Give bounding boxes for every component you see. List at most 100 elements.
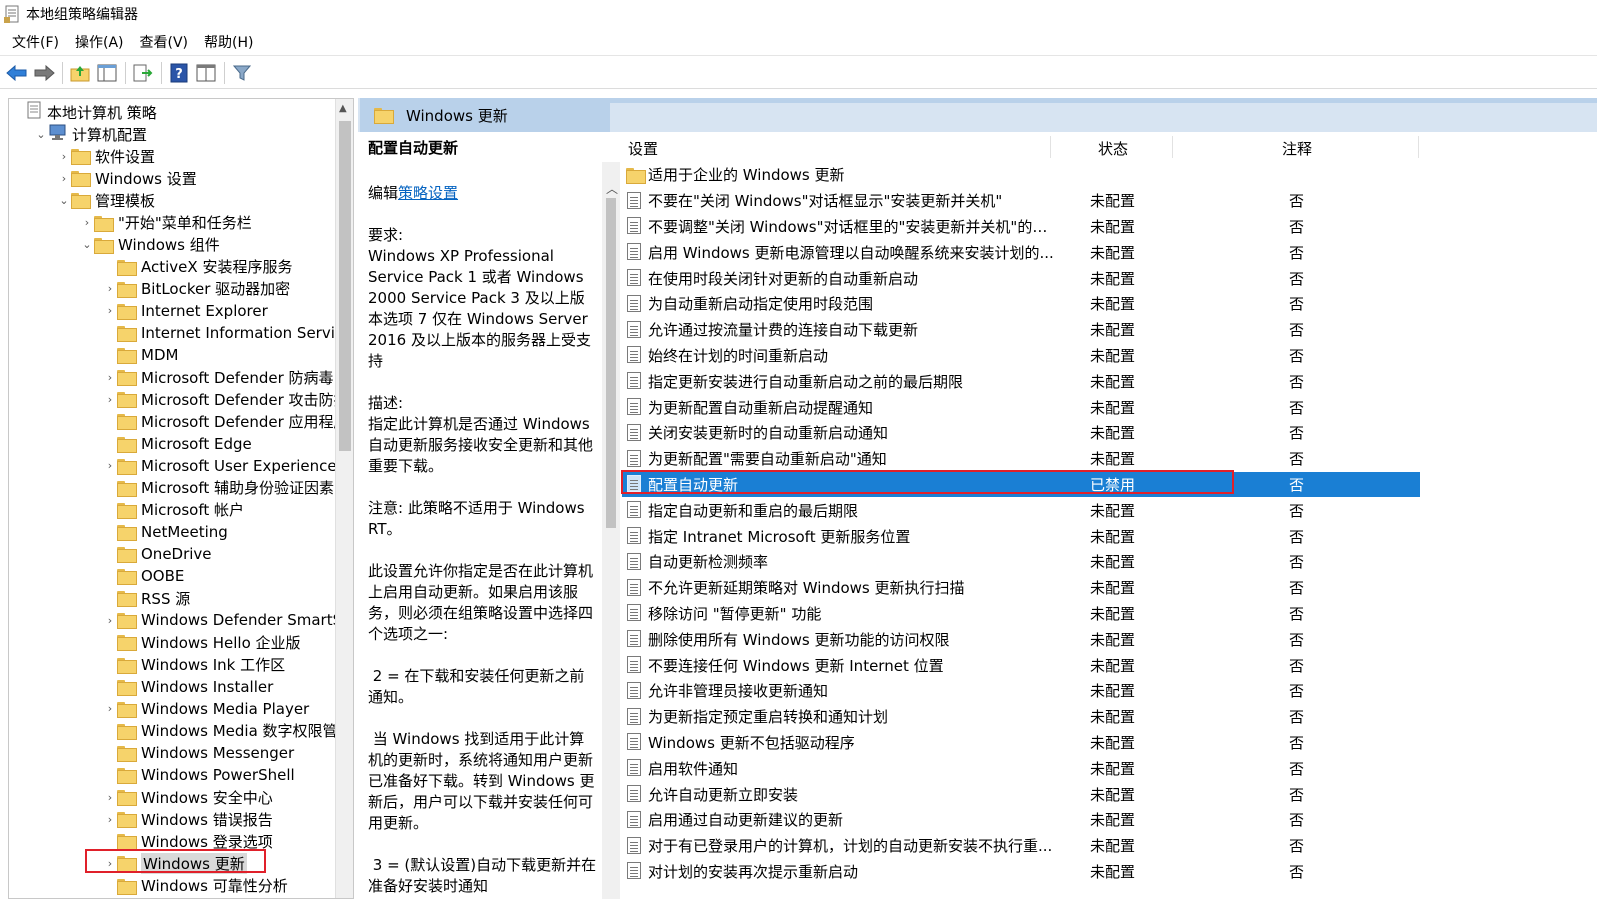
description-scrollbar-thumb[interactable] <box>606 198 616 528</box>
setting-row[interactable]: 不要在"关闭 Windows"对话框显示"安装更新并关机" 未配置 否 <box>622 188 1420 214</box>
tree-item[interactable]: ⌄ 管理模板 <box>57 189 155 211</box>
tree-scrollbar-thumb[interactable] <box>339 121 351 451</box>
expand-chevron-icon[interactable]: › <box>57 150 71 163</box>
setting-row[interactable]: 适用于企业的 Windows 更新 <box>622 162 1420 188</box>
setting-row[interactable]: 为更新配置"需要自动重新启动"通知 未配置 否 <box>622 446 1420 472</box>
tree-item[interactable]: ⌄ Windows 组件 <box>80 234 219 256</box>
tree-item[interactable]: › Internet Explorer <box>103 300 268 322</box>
tree-item[interactable]: ⌄ 计算机配置 <box>34 123 147 145</box>
scroll-up-chevron-icon[interactable]: ︿ <box>606 180 618 197</box>
tree-item[interactable]: › BitLocker 驱动器加密 <box>103 278 290 300</box>
tree-item[interactable]: Microsoft Defender 应用程序防 <box>103 410 353 432</box>
tree-item[interactable]: › "开始"菜单和任务栏 <box>80 212 252 234</box>
tree-item[interactable]: Windows PowerShell <box>103 764 295 786</box>
tree-item[interactable]: ActiveX 安装程序服务 <box>103 256 292 278</box>
tree-item[interactable]: Microsoft Edge <box>103 433 252 455</box>
setting-row[interactable]: 为更新配置自动重新启动提醒通知 未配置 否 <box>622 394 1420 420</box>
properties-view-icon[interactable] <box>193 60 219 86</box>
setting-row[interactable]: 不要连接任何 Windows 更新 Internet 位置 未配置 否 <box>622 652 1420 678</box>
filter-icon[interactable] <box>229 60 255 86</box>
setting-row[interactable]: 移除访问 "暂停更新" 功能 未配置 否 <box>622 601 1420 627</box>
forward-arrow-icon[interactable] <box>31 60 57 86</box>
tree-item[interactable]: › Windows 错误报告 <box>103 808 273 830</box>
tree-item[interactable]: Windows 登录选项 <box>103 830 273 852</box>
tree-scrollbar[interactable]: ▲ <box>335 99 353 898</box>
setting-row[interactable]: 启用通过自动更新建议的更新 未配置 否 <box>622 807 1420 833</box>
tree-item[interactable]: › Microsoft Defender 防病毒 <box>103 366 334 388</box>
export-list-icon[interactable] <box>130 60 156 86</box>
expand-chevron-icon[interactable]: › <box>103 791 117 804</box>
setting-row[interactable]: 启用 Windows 更新电源管理以自动唤醒系统来安装计划的... 未配置 否 <box>622 239 1420 265</box>
tree-item[interactable]: RSS 源 <box>103 587 190 609</box>
setting-row[interactable]: 不要调整"关闭 Windows"对话框里的"安装更新并关机"的默... 未配置 否 <box>622 214 1420 240</box>
tree-item[interactable]: Windows 可靠性分析 <box>103 875 288 897</box>
up-folder-icon[interactable] <box>67 60 93 86</box>
menu-action[interactable]: 操作(A) <box>67 31 132 55</box>
setting-row[interactable]: 关闭安装更新时的自动重新启动通知 未配置 否 <box>622 420 1420 446</box>
setting-row[interactable]: 指定自动更新和重启的最后期限 未配置 否 <box>622 497 1420 523</box>
navigation-tree-pane[interactable]: 本地计算机 策略 ⌄ 计算机配置 › 软件设置 › Windows 设置 ⌄ 管理模板 › "开始"… <box>8 98 354 899</box>
description-scrollbar[interactable]: ︿ <box>602 162 620 899</box>
tree-item[interactable]: MDM <box>103 344 178 366</box>
expand-chevron-icon[interactable]: › <box>103 813 117 826</box>
expand-chevron-icon[interactable]: › <box>103 282 117 295</box>
tree-item[interactable]: › Microsoft Defender 攻击防护 <box>103 388 349 410</box>
tree-item[interactable]: NetMeeting <box>103 521 228 543</box>
expand-chevron-icon[interactable]: › <box>103 857 117 870</box>
scroll-up-arrow-icon[interactable]: ▲ <box>339 103 347 114</box>
tree-item[interactable]: › Windows 安全中心 <box>103 786 273 808</box>
setting-row[interactable]: 自动更新检测频率 未配置 否 <box>622 549 1420 575</box>
setting-row[interactable]: 对计划的安装再次提示重新启动 未配置 否 <box>622 859 1420 885</box>
tree-item[interactable]: Windows Media 数字权限管理 <box>103 720 353 742</box>
column-divider[interactable] <box>1050 136 1051 158</box>
setting-row[interactable]: 始终在计划的时间重新启动 未配置 否 <box>622 343 1420 369</box>
tree-item[interactable]: 本地计算机 策略 <box>11 101 157 123</box>
tree-item[interactable]: OOBE <box>103 565 184 587</box>
tree-item[interactable]: Microsoft 辅助身份验证因素 <box>103 477 334 499</box>
column-divider[interactable] <box>1418 136 1419 158</box>
tree-item[interactable]: Internet Information Services <box>103 322 353 344</box>
tree-item[interactable]: Windows Hello 企业版 <box>103 631 301 653</box>
show-hide-tree-icon[interactable] <box>94 60 120 86</box>
setting-row[interactable]: 在使用时段关闭针对更新的自动重新启动 未配置 否 <box>622 265 1420 291</box>
menu-file[interactable]: 文件(F) <box>4 31 67 55</box>
setting-row[interactable]: 允许非管理员接收更新通知 未配置 否 <box>622 678 1420 704</box>
tree-item[interactable]: Windows Messenger <box>103 742 294 764</box>
tree-item[interactable]: Windows Ink 工作区 <box>103 654 285 676</box>
help-icon[interactable]: ? <box>166 60 192 86</box>
column-header-setting[interactable]: 设置 <box>628 138 658 159</box>
tree-item[interactable]: › Microsoft User Experience Virt <box>103 455 353 477</box>
column-header-comment[interactable]: 注释 <box>1282 138 1312 159</box>
expand-chevron-icon[interactable]: › <box>103 459 117 472</box>
setting-row[interactable]: 允许通过按流量计费的连接自动下载更新 未配置 否 <box>622 317 1420 343</box>
menu-help[interactable]: 帮助(H) <box>196 31 261 55</box>
tree-item[interactable]: Windows Installer <box>103 676 273 698</box>
back-arrow-icon[interactable] <box>4 60 30 86</box>
collapse-chevron-icon[interactable]: ⌄ <box>80 238 94 251</box>
expand-chevron-icon[interactable]: › <box>103 304 117 317</box>
setting-row[interactable]: 对于有已登录用户的计算机，计划的自动更新安装不执行重... 未配置 否 <box>622 833 1420 859</box>
setting-row[interactable]: 为自动重新启动指定使用时段范围 未配置 否 <box>622 291 1420 317</box>
expand-chevron-icon[interactable]: › <box>103 614 117 627</box>
tree-item[interactable]: › Windows 更新 <box>103 852 247 874</box>
setting-row[interactable]: 允许自动更新立即安装 未配置 否 <box>622 781 1420 807</box>
tree-item[interactable]: › Windows Defender SmartScre <box>103 609 353 631</box>
tree-item[interactable]: OneDrive <box>103 543 212 565</box>
tree-item[interactable]: › Windows 设置 <box>57 167 197 189</box>
setting-row[interactable]: Windows 更新不包括驱动程序 未配置 否 <box>622 730 1420 756</box>
expand-chevron-icon[interactable]: › <box>103 702 117 715</box>
expand-chevron-icon[interactable]: › <box>57 172 71 185</box>
collapse-chevron-icon[interactable]: ⌄ <box>57 194 71 207</box>
setting-row[interactable]: 不允许更新延期策略对 Windows 更新执行扫描 未配置 否 <box>622 575 1420 601</box>
setting-row[interactable]: 启用软件通知 未配置 否 <box>622 755 1420 781</box>
menu-view[interactable]: 查看(V) <box>132 31 197 55</box>
edit-policy-link[interactable]: 策略设置 <box>398 184 458 202</box>
expand-chevron-icon[interactable]: › <box>103 371 117 384</box>
expand-chevron-icon[interactable]: › <box>80 216 94 229</box>
setting-row[interactable]: 为更新指定预定重启转换和通知计划 未配置 否 <box>622 704 1420 730</box>
setting-row[interactable]: 删除使用所有 Windows 更新功能的访问权限 未配置 否 <box>622 626 1420 652</box>
column-header-state[interactable]: 状态 <box>1098 138 1128 159</box>
setting-row[interactable]: 配置自动更新 已禁用 否 <box>622 471 1420 498</box>
tree-item[interactable]: › 软件设置 <box>57 145 155 167</box>
tree-item[interactable]: Microsoft 帐户 <box>103 499 244 521</box>
